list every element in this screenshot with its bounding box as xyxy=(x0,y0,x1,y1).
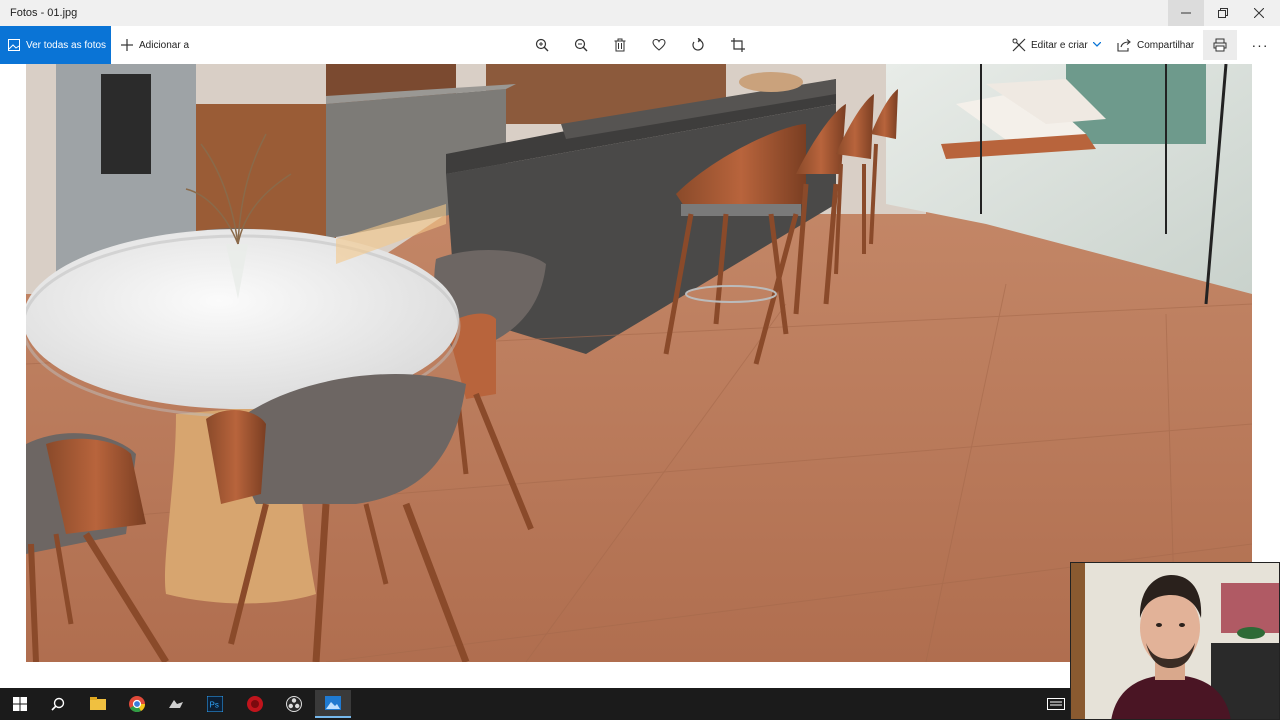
zoom-out-button[interactable] xyxy=(573,37,589,53)
start-button[interactable] xyxy=(2,690,38,718)
photo-canvas[interactable] xyxy=(26,64,1252,662)
minimize-icon xyxy=(1181,12,1191,14)
edit-create-icon xyxy=(1012,38,1026,52)
app-button[interactable] xyxy=(158,690,194,718)
search-icon xyxy=(51,697,65,711)
print-button[interactable] xyxy=(1203,30,1237,60)
photos-app-button[interactable] xyxy=(315,690,351,718)
more-icon: ··· xyxy=(1251,37,1269,53)
zoom-out-icon xyxy=(574,38,588,52)
red-app-icon xyxy=(247,696,263,712)
close-button[interactable] xyxy=(1241,0,1277,26)
file-explorer-button[interactable] xyxy=(80,690,116,718)
crop-button[interactable] xyxy=(730,37,746,53)
see-all-photos-label: Ver todas as fotos xyxy=(26,39,107,51)
webcam-feed xyxy=(1071,563,1279,719)
favorite-icon xyxy=(652,38,666,51)
obs-button[interactable] xyxy=(276,690,312,718)
start-icon xyxy=(13,697,27,711)
add-to-label: Adicionar a xyxy=(139,39,190,51)
share-label: Compartilhar xyxy=(1137,39,1195,51)
rotate-icon xyxy=(692,38,704,51)
share-button[interactable]: Compartilhar xyxy=(1117,26,1194,64)
restore-icon xyxy=(1218,8,1228,18)
crop-icon xyxy=(731,38,745,52)
webcam-overlay xyxy=(1070,562,1280,720)
restore-button[interactable] xyxy=(1205,0,1241,26)
edit-and-create-button[interactable]: Editar e criar xyxy=(1012,26,1101,64)
printer-icon xyxy=(1213,38,1227,52)
interior-photo xyxy=(26,64,1252,662)
minimize-button[interactable] xyxy=(1168,0,1204,26)
title-bar: Fotos - 01.jpg xyxy=(0,0,1280,26)
svg-text:Ps: Ps xyxy=(210,701,219,710)
notifications-icon xyxy=(1047,698,1065,710)
close-icon xyxy=(1254,8,1264,18)
photos-toolbar: Ver todas as fotos Adicionar a Editar e … xyxy=(0,26,1280,64)
rotate-button[interactable] xyxy=(690,37,706,53)
add-to-button[interactable]: Adicionar a xyxy=(121,26,189,64)
share-icon xyxy=(1117,39,1131,52)
delete-button[interactable] xyxy=(612,37,628,53)
more-options-button[interactable]: ··· xyxy=(1248,26,1272,64)
window-title: Fotos - 01.jpg xyxy=(10,7,78,19)
obs-icon xyxy=(286,696,302,712)
photoshop-button[interactable]: Ps xyxy=(197,690,233,718)
viewer-background xyxy=(1252,64,1280,562)
photos-icon xyxy=(325,696,341,710)
file-explorer-icon xyxy=(90,697,106,710)
plus-icon xyxy=(121,39,133,51)
notifications-button[interactable] xyxy=(1038,690,1074,718)
chrome-icon xyxy=(129,696,145,712)
photoshop-icon: Ps xyxy=(207,696,223,712)
favorite-button[interactable] xyxy=(651,37,667,53)
see-all-photos-button[interactable]: Ver todas as fotos xyxy=(0,26,111,64)
photo-collection-icon xyxy=(8,39,20,51)
zoom-in-button[interactable] xyxy=(534,37,550,53)
app-icon xyxy=(169,700,183,708)
delete-icon xyxy=(614,38,626,52)
search-button[interactable] xyxy=(40,690,76,718)
red-app-button[interactable] xyxy=(237,690,273,718)
zoom-in-icon xyxy=(535,38,549,52)
edit-and-create-label: Editar e criar xyxy=(1031,39,1088,51)
chevron-down-icon xyxy=(1092,42,1101,47)
chrome-button[interactable] xyxy=(119,690,155,718)
